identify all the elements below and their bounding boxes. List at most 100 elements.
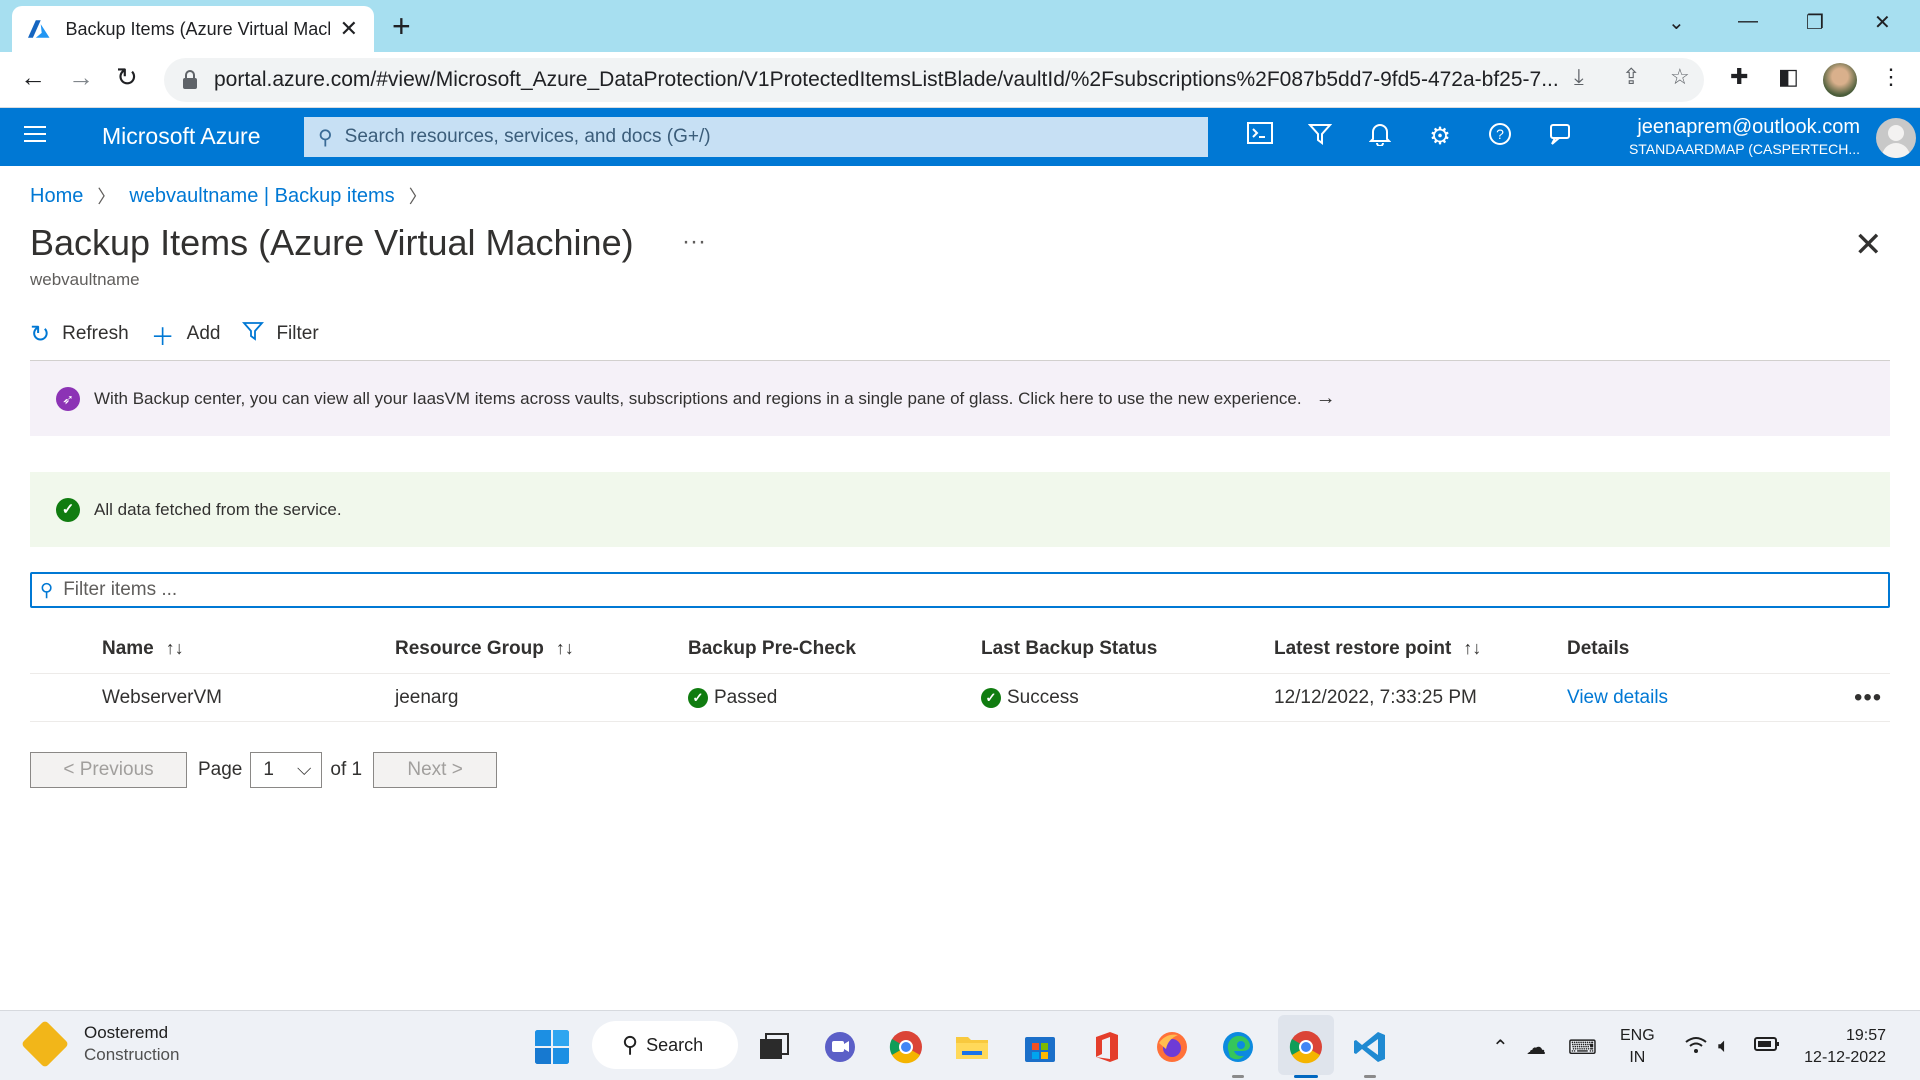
- taskbar-search-label: Search: [646, 1034, 704, 1055]
- back-icon[interactable]: ←: [20, 62, 46, 93]
- breadcrumb-home[interactable]: Home: [30, 185, 83, 208]
- browser-menu-icon[interactable]: ⋮: [1880, 64, 1902, 90]
- global-search-box[interactable]: ⚲ Search resources, services, and docs (…: [304, 117, 1208, 157]
- onedrive-cloud-icon[interactable]: ☁: [1526, 1035, 1546, 1060]
- portal-menu-icon[interactable]: [24, 126, 46, 144]
- breadcrumb-vault[interactable]: webvaultname | Backup items: [129, 185, 394, 208]
- column-header-restore-point[interactable]: Latest restore point ↑↓: [1274, 624, 1481, 673]
- windows-start-icon[interactable]: [534, 1029, 570, 1065]
- sort-icon: ↑↓: [1463, 638, 1482, 658]
- tab-search-chevron-icon[interactable]: ⌄: [1668, 10, 1685, 35]
- extensions-icon[interactable]: ✚: [1730, 64, 1748, 90]
- wifi-icon[interactable]: [1684, 1035, 1708, 1061]
- column-header-pre-check: Backup Pre-Check: [688, 637, 856, 659]
- column-header-name[interactable]: Name ↑↓: [102, 624, 184, 673]
- search-icon: ⚲: [40, 579, 54, 600]
- more-options-icon[interactable]: ···: [682, 228, 706, 256]
- minimize-icon[interactable]: —: [1738, 10, 1758, 33]
- browser-tab[interactable]: Backup Items (Azure Virtual Machine) ✕: [12, 6, 374, 52]
- bookmark-star-icon[interactable]: ☆: [1670, 64, 1690, 90]
- microsoft-store-icon[interactable]: [1022, 1029, 1058, 1065]
- cloud-shell-icon[interactable]: [1245, 122, 1275, 152]
- row-more-icon[interactable]: •••: [1854, 674, 1882, 721]
- share-icon[interactable]: ⇪: [1622, 64, 1640, 90]
- arrow-right-icon: →: [1315, 387, 1336, 409]
- directory-filter-icon[interactable]: [1305, 122, 1335, 152]
- weather-widget[interactable]: Oosteremd Construction: [20, 1019, 180, 1069]
- office-icon[interactable]: [1088, 1029, 1124, 1065]
- weather-status: Construction: [84, 1045, 180, 1064]
- backup-items-table: Name ↑↓ Resource Group ↑↓ Backup Pre-Check…: [30, 624, 1890, 722]
- restore-icon[interactable]: ❐: [1806, 10, 1824, 35]
- search-icon: ⚲: [622, 1032, 639, 1057]
- brand-name[interactable]: Microsoft Azure: [102, 123, 261, 150]
- new-tab-button[interactable]: +: [392, 8, 411, 44]
- vscode-icon[interactable]: [1352, 1029, 1388, 1065]
- show-hidden-icons-chevron-icon[interactable]: ⌃: [1492, 1035, 1509, 1060]
- account-avatar[interactable]: [1876, 118, 1916, 158]
- page-of-label: of 1: [330, 759, 363, 780]
- check-icon: ✓: [688, 687, 708, 708]
- edge-icon[interactable]: [1220, 1029, 1256, 1065]
- add-label: Add: [186, 323, 221, 344]
- firefox-icon[interactable]: [1154, 1029, 1190, 1065]
- chrome-active-icon[interactable]: [1288, 1029, 1324, 1065]
- banner-text: With Backup center, you can view all you…: [94, 388, 1302, 408]
- feedback-icon[interactable]: [1545, 122, 1575, 152]
- page-select[interactable]: 1 ⌵: [250, 752, 323, 788]
- volume-icon[interactable]: 🔈︎: [1718, 1035, 1730, 1058]
- clock-date: 12-12-2022: [1804, 1049, 1886, 1066]
- keyboard-icon[interactable]: ⌨: [1568, 1035, 1597, 1060]
- pager: < Previous Page 1 ⌵ of 1 Next >: [30, 752, 498, 788]
- cell-pre-check: ✓ Passed: [688, 674, 777, 721]
- rocket-icon: ➶: [56, 386, 80, 411]
- address-bar-row: ← → ↻ portal.azure.com/#view/Microsoft_A…: [0, 52, 1920, 108]
- url-text: portal.azure.com/#view/Microsoft_Azure_D…: [214, 68, 1559, 91]
- taskbar-search[interactable]: ⚲ Search: [592, 1021, 738, 1069]
- windows-taskbar: Oosteremd Construction ⚲ Search ⌃ ☁ ⌨ EN…: [0, 1010, 1920, 1080]
- filter-items-input[interactable]: [63, 579, 1844, 601]
- column-header-last-backup: Last Backup Status: [981, 637, 1158, 659]
- breadcrumb: Home 〉 webvaultname | Backup items 〉: [30, 183, 441, 209]
- forward-icon[interactable]: →: [68, 62, 94, 93]
- status-message: All data fetched from the service.: [94, 499, 342, 519]
- tab-close-icon[interactable]: ✕: [340, 16, 358, 42]
- window-close-icon[interactable]: ✕: [1874, 10, 1891, 35]
- side-panel-icon[interactable]: ◧: [1778, 64, 1799, 90]
- account-info[interactable]: jeenaprem@outlook.com STANDAARDMAP (CASP…: [1629, 116, 1860, 157]
- task-view-icon[interactable]: [756, 1029, 792, 1065]
- language-indicator[interactable]: ENG IN: [1620, 1025, 1655, 1069]
- refresh-label: Refresh: [62, 323, 129, 344]
- filter-button[interactable]: Filter: [242, 320, 319, 349]
- edge-running-indicator: [1232, 1075, 1244, 1078]
- reload-icon[interactable]: ↻: [116, 62, 138, 93]
- install-icon[interactable]: ⤓: [1574, 64, 1584, 90]
- close-blade-icon[interactable]: ✕: [1854, 228, 1883, 262]
- refresh-button[interactable]: ↻ Refresh: [30, 320, 129, 349]
- backup-center-banner[interactable]: ➶ With Backup center, you can view all y…: [30, 361, 1890, 436]
- add-button[interactable]: ＋ Add: [151, 317, 221, 352]
- vscode-running-indicator: [1364, 1075, 1376, 1078]
- settings-gear-icon[interactable]: ⚙: [1425, 122, 1455, 152]
- battery-icon[interactable]: [1754, 1035, 1780, 1058]
- account-tenant: STANDAARDMAP (CASPERTECH...: [1628, 141, 1860, 157]
- chrome-icon[interactable]: [888, 1029, 924, 1065]
- help-icon[interactable]: ?: [1485, 122, 1515, 152]
- next-page-button[interactable]: Next >: [373, 752, 498, 788]
- command-bar: ↻ Refresh ＋ Add Filter: [30, 316, 341, 352]
- file-explorer-icon[interactable]: [954, 1029, 990, 1065]
- checkmark-circle-icon: ✓: [56, 497, 80, 522]
- notifications-bell-icon[interactable]: [1365, 122, 1395, 152]
- previous-page-button[interactable]: < Previous: [30, 752, 187, 788]
- view-details-link[interactable]: View details: [1567, 674, 1668, 721]
- page-title: Backup Items (Azure Virtual Machine): [30, 222, 634, 263]
- browser-profile-avatar[interactable]: [1823, 63, 1857, 97]
- column-header-resource-group[interactable]: Resource Group ↑↓: [395, 624, 574, 673]
- omnibox[interactable]: portal.azure.com/#view/Microsoft_Azure_D…: [164, 58, 1704, 102]
- column-header-details: Details: [1567, 637, 1630, 659]
- chevron-down-icon: ⌵: [296, 759, 312, 780]
- page-select-value: 1: [263, 759, 274, 780]
- system-clock[interactable]: 19:57 12-12-2022: [1800, 1025, 1886, 1069]
- table-row[interactable]: WebserverVM jeenarg ✓ Passed ✓ Success 12/…: [30, 674, 1890, 722]
- teams-chat-icon[interactable]: [822, 1029, 858, 1065]
